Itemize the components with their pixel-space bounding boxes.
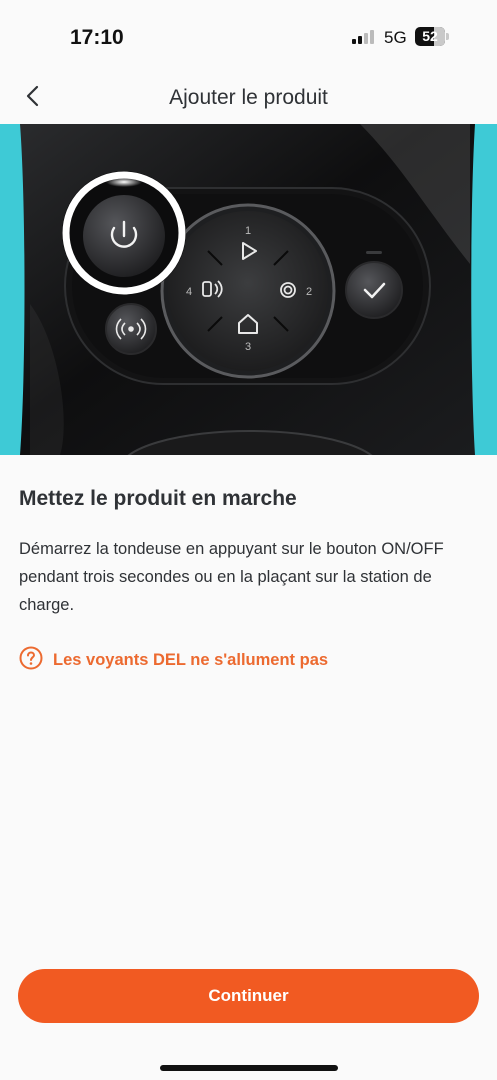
dial-label-3: 3 bbox=[245, 341, 251, 353]
dial-label-2: 2 bbox=[306, 286, 312, 298]
dial-label-4: 4 bbox=[186, 286, 192, 298]
network-label: 5G bbox=[384, 28, 407, 47]
status-bar: 17:10 5G 52 bbox=[0, 0, 497, 70]
hero-image: 1 2 3 4 bbox=[0, 124, 497, 455]
battery-level: 52 bbox=[422, 28, 438, 44]
signal-icon bbox=[352, 30, 378, 49]
continue-button[interactable]: Continuer bbox=[18, 969, 479, 1023]
led-help-label: Les voyants DEL ne s'allument pas bbox=[53, 651, 329, 669]
status-time: 17:10 bbox=[70, 26, 124, 49]
nav-bar: Ajouter le produit bbox=[0, 70, 497, 124]
step-title: Mettez le produit en marche bbox=[19, 487, 297, 510]
battery-icon: 52 bbox=[415, 27, 445, 46]
question-circle-icon bbox=[19, 646, 43, 675]
page-title: Ajouter le produit bbox=[169, 86, 328, 109]
battery-nub bbox=[446, 33, 449, 40]
step-description: Démarrez la tondeuse en appuyant sur le … bbox=[19, 540, 444, 614]
home-indicator bbox=[160, 1065, 338, 1071]
dial-label-1: 1 bbox=[245, 225, 251, 237]
led-help-link[interactable]: Les voyants DEL ne s'allument pas bbox=[19, 646, 328, 675]
